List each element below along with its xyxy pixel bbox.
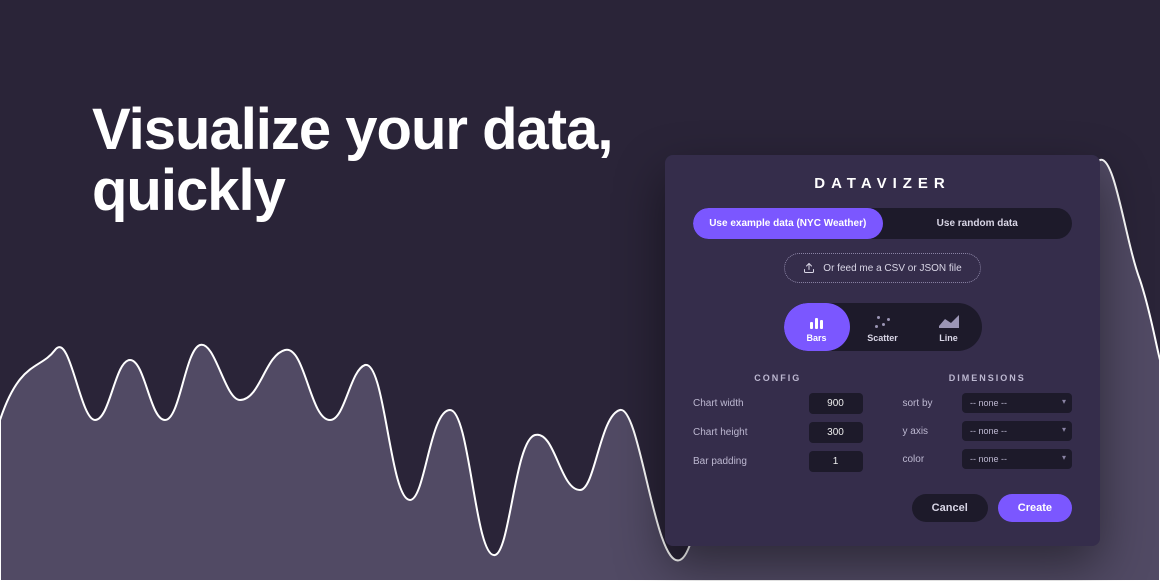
upload-label: Or feed me a CSV or JSON file xyxy=(823,263,961,274)
dimensions-heading: DIMENSIONS xyxy=(903,373,1073,383)
headline-line1: Visualize your data, xyxy=(92,100,612,161)
chart-type-bars[interactable]: Bars xyxy=(784,303,850,351)
bar-padding-input[interactable] xyxy=(809,451,863,472)
create-button[interactable]: Create xyxy=(998,494,1072,522)
headline-line2: quickly xyxy=(92,161,612,222)
y-axis-label: y axis xyxy=(903,426,929,437)
color-label: color xyxy=(903,454,925,465)
color-select[interactable]: -- none -- xyxy=(962,449,1072,469)
hero-headline: Visualize your data, quickly xyxy=(92,100,612,222)
config-heading: CONFIG xyxy=(693,373,863,383)
brand-title: DATAVIZER xyxy=(693,175,1072,192)
chart-type-scatter[interactable]: Scatter xyxy=(850,303,916,351)
scatter-icon xyxy=(873,313,893,329)
bar-padding-label: Bar padding xyxy=(693,456,747,467)
chart-type-toggle: Bars Scatter Line xyxy=(784,303,982,351)
cancel-button[interactable]: Cancel xyxy=(912,494,988,522)
sort-by-label: sort by xyxy=(903,398,933,409)
upload-icon xyxy=(803,262,815,274)
chart-height-input[interactable] xyxy=(809,422,863,443)
upload-file-button[interactable]: Or feed me a CSV or JSON file xyxy=(784,253,980,283)
line-icon xyxy=(916,313,982,329)
chart-width-input[interactable] xyxy=(809,393,863,414)
config-section: CONFIG Chart width Chart height Bar padd… xyxy=(693,373,863,480)
dimensions-section: DIMENSIONS sort by -- none -- y axis -- … xyxy=(903,373,1073,480)
data-source-toggle: Use example data (NYC Weather) Use rando… xyxy=(693,208,1072,239)
chart-type-line[interactable]: Line xyxy=(916,303,982,351)
chart-width-label: Chart width xyxy=(693,398,744,409)
bars-icon xyxy=(784,313,850,329)
datavizer-panel: DATAVIZER Use example data (NYC Weather)… xyxy=(665,155,1100,546)
chart-height-label: Chart height xyxy=(693,427,747,438)
y-axis-select[interactable]: -- none -- xyxy=(962,421,1072,441)
use-example-data-button[interactable]: Use example data (NYC Weather) xyxy=(693,208,883,239)
sort-by-select[interactable]: -- none -- xyxy=(962,393,1072,413)
use-random-data-button[interactable]: Use random data xyxy=(883,208,1073,239)
